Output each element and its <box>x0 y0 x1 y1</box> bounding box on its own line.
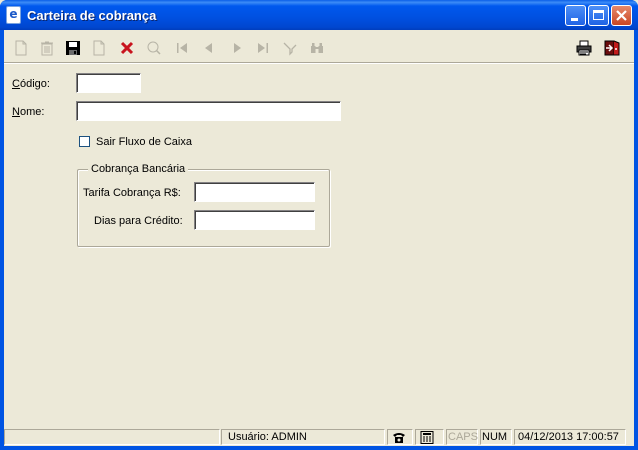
status-phone[interactable] <box>387 429 413 445</box>
last-record-icon <box>258 43 268 53</box>
nome-field[interactable] <box>76 101 341 121</box>
exit-icon <box>604 40 620 56</box>
phone-icon <box>393 433 405 443</box>
status-panel-empty <box>4 429 220 445</box>
toolbar <box>4 30 634 64</box>
search-button[interactable] <box>145 39 163 57</box>
cancel-button[interactable] <box>118 39 136 57</box>
tarifa-label: Tarifa Cobrança R$: <box>83 187 181 199</box>
codigo-field[interactable] <box>76 73 141 93</box>
cancel-icon <box>120 41 134 55</box>
print-button[interactable] <box>575 39 593 57</box>
next-record-icon <box>234 43 241 53</box>
maximize-button[interactable] <box>588 5 609 26</box>
first-record-icon <box>177 43 187 53</box>
next-record-button[interactable] <box>228 39 246 57</box>
toolbar-separator <box>4 62 634 64</box>
exit-button[interactable] <box>603 39 621 57</box>
filter-icon <box>283 42 297 56</box>
status-user: Usuário: ADMIN <box>221 429 385 445</box>
sair-fluxo-checkbox[interactable] <box>79 136 90 147</box>
cobranca-bancaria-group <box>77 169 330 247</box>
cobranca-bancaria-title: Cobrança Bancária <box>88 163 189 175</box>
filter-button[interactable] <box>281 39 299 57</box>
app-window: e Carteira de cobrança Código: Nome: Sai… <box>0 0 638 450</box>
codigo-label: Código: <box>12 78 50 90</box>
minimize-button[interactable] <box>565 5 586 26</box>
window-title: Carteira de cobrança <box>27 8 157 23</box>
maximize-icon <box>593 10 604 20</box>
delete-icon <box>41 41 53 56</box>
save-icon <box>66 41 80 55</box>
first-record-button[interactable] <box>173 39 191 57</box>
calculator-icon <box>420 431 434 444</box>
binoculars-icon <box>311 43 323 53</box>
title-bar[interactable]: e Carteira de cobrança <box>0 0 638 30</box>
status-caps: CAPS <box>446 429 478 445</box>
printer-icon <box>576 40 592 56</box>
previous-record-icon <box>205 43 212 53</box>
status-datetime: 04/12/2013 17:00:57 <box>514 429 626 445</box>
close-icon <box>616 10 627 21</box>
tarifa-field[interactable] <box>194 182 315 202</box>
app-icon: e <box>6 6 21 24</box>
binoculars-button[interactable] <box>308 39 326 57</box>
previous-record-button[interactable] <box>200 39 218 57</box>
dias-label: Dias para Crédito: <box>94 215 183 227</box>
dias-field[interactable] <box>194 210 315 230</box>
status-bar: Usuário: ADMIN CAPS NUM 04/12/2013 17:00… <box>4 427 634 446</box>
new-icon <box>15 40 27 56</box>
document-icon <box>93 40 105 56</box>
sair-fluxo-label: Sair Fluxo de Caixa <box>96 136 192 148</box>
status-num: NUM <box>480 429 512 445</box>
save-button[interactable] <box>64 39 82 57</box>
minimize-icon <box>571 18 578 21</box>
close-button[interactable] <box>611 5 632 26</box>
last-record-button[interactable] <box>254 39 272 57</box>
status-calculator[interactable] <box>415 429 444 445</box>
document-button[interactable] <box>90 39 108 57</box>
window-client: Código: Nome: Sair Fluxo de Caixa Cobran… <box>4 30 634 446</box>
new-button[interactable] <box>12 39 30 57</box>
delete-button[interactable] <box>38 39 56 57</box>
nome-label: Nome: <box>12 106 45 118</box>
search-icon <box>147 41 161 55</box>
